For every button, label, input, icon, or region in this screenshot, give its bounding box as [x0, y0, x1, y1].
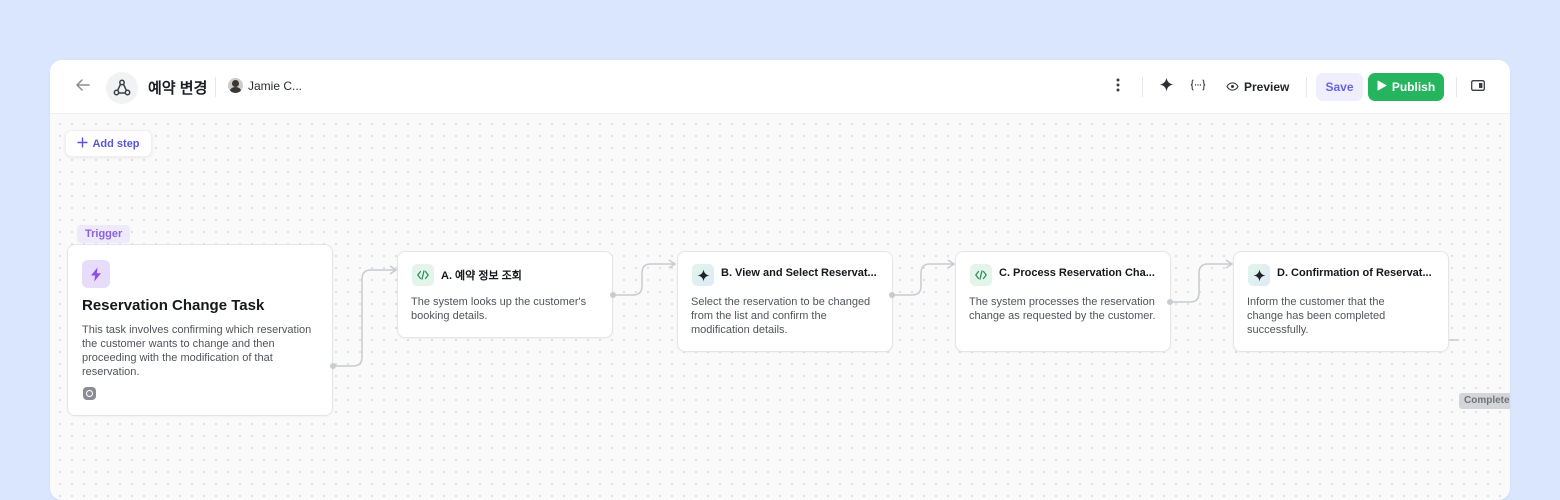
add-step-label: Add step [92, 137, 140, 150]
avatar [228, 78, 243, 93]
output-port[interactable] [330, 363, 336, 369]
output-port[interactable] [610, 292, 616, 298]
eye-icon [1226, 80, 1239, 94]
step-title: C. Process Reservation Cha... [999, 267, 1155, 279]
step-node-d[interactable]: D. Confirmation of Reservat... Inform th… [1233, 251, 1449, 352]
back-button[interactable] [72, 77, 94, 97]
ai-sparkle-icon [1248, 264, 1270, 286]
divider [1456, 77, 1457, 97]
toggle-panel-button[interactable] [1468, 77, 1488, 97]
owner-name: Jamie C... [248, 78, 303, 93]
publish-button[interactable]: Publish [1368, 73, 1444, 101]
step-title: B. View and Select Reservat... [721, 267, 877, 279]
trigger-description: This task involves confirming which rese… [82, 324, 312, 378]
variables-icon [1190, 78, 1206, 96]
chat-channel-icon [83, 387, 96, 400]
vertical-dots-icon [1116, 78, 1120, 97]
divider [1142, 77, 1143, 97]
step-description: Inform the customer that the change has … [1247, 296, 1386, 336]
preview-label: Preview [1244, 80, 1290, 94]
step-description: The system looks up the customer's booki… [411, 296, 587, 322]
sparkle-icon [1158, 77, 1174, 97]
workflow-editor-window: 예약 변경 Jamie C... Preview Save Publish Ad… [50, 60, 1510, 500]
step-title: A. 예약 정보 조회 [441, 270, 522, 282]
step-node-b[interactable]: B. View and Select Reservat... Select th… [677, 251, 893, 352]
publish-label: Publish [1391, 80, 1436, 94]
step-description: The system processes the reservation cha… [969, 296, 1156, 322]
trigger-node[interactable]: Reservation Change Task This task involv… [67, 244, 333, 416]
trigger-title: Reservation Change Task [82, 297, 265, 314]
step-node-c[interactable]: C. Process Reservation Cha... The system… [955, 251, 1171, 352]
side-panel-icon [1471, 78, 1485, 96]
complete-tag: Complete [1459, 393, 1510, 409]
play-icon [1377, 80, 1387, 94]
code-icon [412, 264, 434, 286]
workflow-logo-icon [106, 72, 138, 104]
ai-assist-button[interactable] [1156, 77, 1176, 97]
lightning-icon [82, 260, 110, 288]
output-port[interactable] [1167, 299, 1173, 305]
plus-icon [77, 137, 88, 151]
top-bar: 예약 변경 Jamie C... Preview Save Publish [50, 60, 1510, 114]
more-options-button[interactable] [1110, 77, 1126, 97]
divider [215, 77, 216, 97]
ai-sparkle-icon [692, 264, 714, 286]
variables-button[interactable] [1188, 77, 1208, 97]
code-icon [970, 264, 992, 286]
page-title[interactable]: 예약 변경 [148, 77, 207, 98]
divider [1306, 77, 1307, 97]
add-step-button[interactable]: Add step [65, 130, 152, 157]
step-node-a[interactable]: A. 예약 정보 조회 The system looks up the cust… [397, 251, 613, 338]
owner-chip[interactable]: Jamie C... [228, 78, 302, 93]
save-button[interactable]: Save [1316, 73, 1363, 101]
arrow-left-icon [76, 78, 90, 96]
step-description: Select the reservation to be changed fro… [691, 296, 871, 336]
step-title: D. Confirmation of Reservat... [1277, 267, 1432, 279]
workflow-canvas[interactable]: Add step Trigger Reservation Change Task… [50, 114, 1510, 500]
trigger-tag: Trigger [77, 225, 131, 243]
preview-button[interactable]: Preview [1226, 76, 1289, 98]
output-port[interactable] [889, 292, 895, 298]
